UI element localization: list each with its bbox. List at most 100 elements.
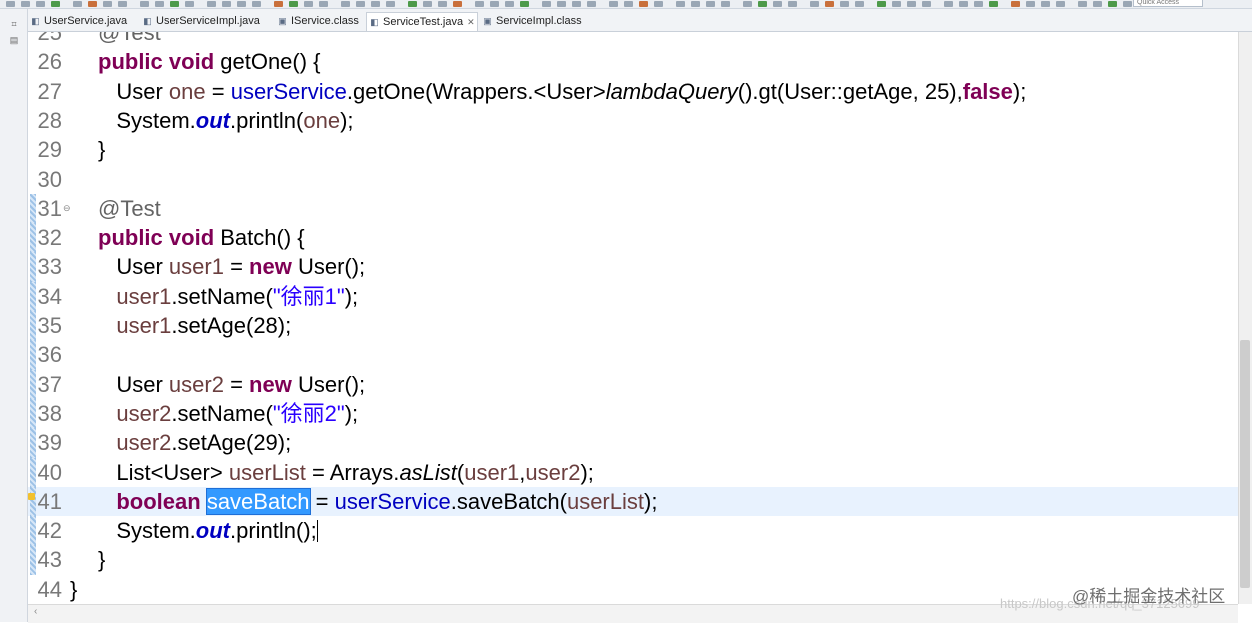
code-line-32[interactable]: 32 public void Batch() { <box>28 223 1238 254</box>
code-line-26[interactable]: 26 public void getOne() { <box>28 47 1238 76</box>
toolbar-icon[interactable] <box>423 1 432 7</box>
code-text[interactable]: user2.setName("徐丽2"); <box>98 399 358 428</box>
toolbar-icon[interactable] <box>185 1 194 7</box>
toolbar-icon[interactable] <box>140 1 149 7</box>
toolbar-icon[interactable] <box>6 1 15 7</box>
toolbar-icon[interactable] <box>1108 1 1117 7</box>
toolbar-icon[interactable] <box>453 1 462 7</box>
toolbar-icon[interactable] <box>691 1 700 7</box>
toolbar-icon[interactable] <box>118 1 127 7</box>
toolbar-icon[interactable] <box>1041 1 1050 7</box>
code-line-28[interactable]: 28 System.out.println(one); <box>28 106 1238 135</box>
toolbar-icon[interactable] <box>974 1 983 7</box>
code-text[interactable]: List<User> userList = Arrays.asList(user… <box>98 458 594 487</box>
scroll-left-icon[interactable]: ‹ <box>34 606 37 617</box>
code-text[interactable]: User one = userService.getOne(Wrappers.<… <box>98 77 1026 106</box>
toolbar-icon[interactable] <box>721 1 730 7</box>
code-text[interactable]: User user2 = new User(); <box>98 370 365 399</box>
toolbar-icon[interactable] <box>222 1 231 7</box>
code-text[interactable]: @Test <box>98 32 161 47</box>
toolbar-icon[interactable] <box>810 1 819 7</box>
close-tab-icon[interactable]: ✕ <box>467 17 475 27</box>
toolbar-icon[interactable] <box>907 1 916 7</box>
package-explorer-icon[interactable]: ⌗ <box>9 19 19 29</box>
toolbar-icon[interactable] <box>788 1 797 7</box>
tab-servicetest-java[interactable]: ◧ ServiceTest.java ✕ <box>366 12 478 31</box>
code-text[interactable]: } <box>98 135 105 164</box>
code-text[interactable]: User user1 = new User(); <box>98 252 365 281</box>
toolbar-icon[interactable] <box>743 1 752 7</box>
code-line-36[interactable]: 36 <box>28 340 1238 371</box>
vertical-scroll-thumb[interactable] <box>1240 340 1250 588</box>
toolbar-icon[interactable] <box>989 1 998 7</box>
toolbar-icon[interactable] <box>356 1 365 7</box>
code-text[interactable]: public void getOne() { <box>98 47 321 76</box>
code-text[interactable]: } <box>98 545 105 574</box>
code-line-33[interactable]: 33 User user1 = new User(); <box>28 252 1238 283</box>
toolbar-icon[interactable] <box>88 1 97 7</box>
code-line-37[interactable]: 37 User user2 = new User(); <box>28 369 1238 400</box>
toolbar-icon[interactable] <box>624 1 633 7</box>
code-line-34[interactable]: 34 user1.setName("徐丽1"); <box>28 281 1238 312</box>
code-text[interactable]: } <box>70 575 77 604</box>
code-text[interactable]: System.out.println(); <box>98 516 318 545</box>
toolbar-icon[interactable] <box>944 1 953 7</box>
toolbar-icon[interactable] <box>557 1 566 7</box>
code-line-40[interactable]: 40 List<User> userList = Arrays.asList(u… <box>28 457 1238 488</box>
toolbar-icon[interactable] <box>475 1 484 7</box>
toolbar-icon[interactable] <box>304 1 313 7</box>
toolbar-icon[interactable] <box>773 1 782 7</box>
toolbar-icon[interactable] <box>676 1 685 7</box>
toolbar-icon[interactable] <box>408 1 417 7</box>
toolbar-icon[interactable] <box>438 1 447 7</box>
quick-access-field[interactable]: Quick Access <box>1133 0 1203 7</box>
tab-iservice-class[interactable]: ▣ IService.class <box>275 12 363 31</box>
toolbar-icon[interactable] <box>877 1 886 7</box>
toolbar-icon[interactable] <box>341 1 350 7</box>
toolbar-icon[interactable] <box>51 1 60 7</box>
code-line-35[interactable]: 35 user1.setAge(28); <box>28 311 1238 341</box>
toolbar-icon[interactable] <box>840 1 849 7</box>
tab-serviceimpl-class[interactable]: ▣ ServiceImpl.class <box>480 12 581 31</box>
toolbar-icon[interactable] <box>1011 1 1020 7</box>
code-text[interactable]: user1.setAge(28); <box>98 311 291 340</box>
toolbar-icon[interactable] <box>289 1 298 7</box>
toolbar-icon[interactable] <box>520 1 529 7</box>
code-line-30[interactable]: 30 <box>28 165 1238 194</box>
toolbar-icon[interactable] <box>73 1 82 7</box>
toolbar-icon[interactable] <box>103 1 112 7</box>
tab-userserviceimpl-java[interactable]: ◧ UserServiceImpl.java <box>140 12 272 31</box>
toolbar-icon[interactable] <box>706 1 715 7</box>
toolbar-icon[interactable] <box>155 1 164 7</box>
toolbar-icon[interactable] <box>825 1 834 7</box>
toolbar-icon[interactable] <box>386 1 395 7</box>
toolbar-icon[interactable] <box>1093 1 1102 7</box>
toolbar-icon[interactable] <box>207 1 216 7</box>
code-line-41[interactable]: 41 boolean saveBatch = userService.saveB… <box>28 486 1238 517</box>
toolbar-icon[interactable] <box>587 1 596 7</box>
code-text[interactable]: user1.setName("徐丽1"); <box>98 282 358 311</box>
toolbar-icon[interactable] <box>542 1 551 7</box>
toolbar-icon[interactable] <box>21 1 30 7</box>
toolbar-icon[interactable] <box>892 1 901 7</box>
toolbar-icon[interactable] <box>505 1 514 7</box>
tab-userservice-java[interactable]: ◧ UserService.java <box>28 12 136 31</box>
code-line-39[interactable]: 39 user2.setAge(29); <box>28 428 1238 459</box>
toolbar-icon[interactable] <box>758 1 767 7</box>
toolbar-icon[interactable] <box>36 1 45 7</box>
toolbar-icon[interactable] <box>319 1 328 7</box>
code-editor[interactable]: 25 @Test 26 public void getOne() {27 User o… <box>28 32 1238 604</box>
toolbar-icon[interactable] <box>1078 1 1087 7</box>
toolbar-icon[interactable] <box>1056 1 1065 7</box>
toolbar-icon[interactable] <box>170 1 179 7</box>
code-line-38[interactable]: 38 user2.setName("徐丽2"); <box>28 398 1238 429</box>
code-line-27[interactable]: 27 User one = userService.getOne(Wrapper… <box>28 77 1238 106</box>
code-line-25[interactable]: 25 @Test <box>28 32 1238 47</box>
toolbar-icon[interactable] <box>855 1 864 7</box>
toolbar-icon[interactable] <box>490 1 499 7</box>
toolbar-icon[interactable] <box>922 1 931 7</box>
code-text[interactable]: user2.setAge(29); <box>98 428 291 457</box>
toolbar-icon[interactable] <box>237 1 246 7</box>
code-line-31[interactable]: 31 ⊖ @Test <box>28 193 1238 224</box>
toolbar-icon[interactable] <box>639 1 648 7</box>
